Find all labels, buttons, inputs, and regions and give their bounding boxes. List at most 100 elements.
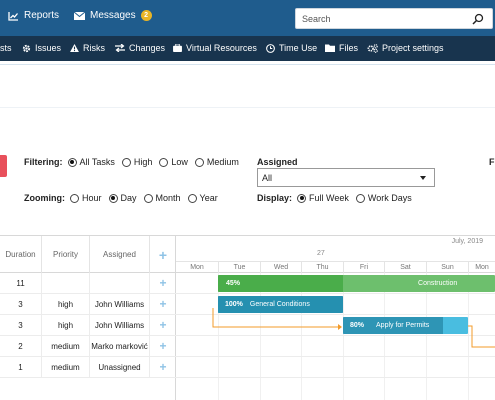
search-input[interactable] xyxy=(302,12,462,26)
filtering-label: Filtering: xyxy=(24,157,63,167)
chevron-down-icon xyxy=(420,176,426,180)
envelope-icon xyxy=(74,12,85,20)
radio-label: High xyxy=(134,157,153,167)
zoom-month-radio[interactable] xyxy=(144,194,153,203)
nav-item-label: Time Use xyxy=(279,43,317,53)
divider xyxy=(0,107,495,108)
gantt-chart: July, 2019 27 Mon Tue Wed Thu Fri Sat Su… xyxy=(176,235,495,400)
briefcase-icon xyxy=(173,44,182,52)
top-bar: Reports Messages 2 xyxy=(0,0,495,36)
duration-cell: 1 xyxy=(0,357,42,377)
filter-all-tasks-radio[interactable] xyxy=(68,158,77,167)
search-icon[interactable] xyxy=(472,13,484,25)
nav-item-files[interactable]: Files xyxy=(325,43,358,53)
add-subtask-button[interactable]: + xyxy=(150,357,176,377)
assigned-cell: John Williams xyxy=(90,315,150,335)
cogs-icon xyxy=(367,44,378,53)
add-subtask-button[interactable]: + xyxy=(150,336,176,356)
zoom-day-radio[interactable] xyxy=(109,194,118,203)
assigned-select-value: All xyxy=(262,173,272,183)
priority-cell: medium xyxy=(42,336,90,356)
duration-cell: 2 xyxy=(0,336,42,356)
radio-label: Medium xyxy=(207,157,239,167)
display-label: Display: xyxy=(257,193,292,203)
display-full-week-radio[interactable] xyxy=(297,194,306,203)
radio-label: Work Days xyxy=(368,193,412,203)
priority-cell: high xyxy=(42,294,90,314)
search-box xyxy=(295,8,493,29)
radio-label: All Tasks xyxy=(80,157,115,167)
radio-label: Day xyxy=(121,193,137,203)
assigned-label: Assigned xyxy=(257,157,298,167)
link-permits-to-next xyxy=(468,326,495,347)
priority-cell: medium xyxy=(42,357,90,377)
messages-link[interactable]: Messages 2 xyxy=(74,10,152,21)
zoom-year-radio[interactable] xyxy=(188,194,197,203)
nav-item-label: Risks xyxy=(83,43,105,53)
grid-header: Duration Priority Assigned + xyxy=(0,235,176,273)
task-bar-apply-for-permits[interactable]: 80% Apply for Permits xyxy=(343,317,468,334)
table-row[interactable]: 3 high John Williams + xyxy=(0,294,176,315)
assigned-cell xyxy=(90,273,150,293)
folder-icon xyxy=(325,44,335,52)
zooming-label: Zooming: xyxy=(24,193,65,203)
link-arrow-head xyxy=(338,324,342,330)
add-subtask-button[interactable]: + xyxy=(150,294,176,314)
column-header-priority[interactable]: Priority xyxy=(42,236,90,273)
filter-high-radio[interactable] xyxy=(122,158,131,167)
task-bar-construction[interactable]: 45% Construction xyxy=(218,275,495,292)
duration-cell: 3 xyxy=(0,294,42,314)
nav-item-changes[interactable]: Changes xyxy=(115,43,165,53)
nav-item-project-settings[interactable]: Project settings xyxy=(367,43,444,53)
zoom-hour-radio[interactable] xyxy=(70,194,79,203)
nav-item-label: Files xyxy=(339,43,358,53)
task-bar-general-conditions[interactable]: 100% General Conditions xyxy=(218,296,343,313)
nav-item-issues[interactable]: Issues xyxy=(22,43,61,53)
task-name: Apply for Permits xyxy=(376,322,429,329)
zooming-group: Zooming: Hour Day Month Year xyxy=(24,193,222,203)
nav-item-label: Changes xyxy=(129,43,165,53)
nav-item-risks[interactable]: Risks xyxy=(70,43,105,53)
add-subtask-button[interactable]: + xyxy=(150,273,176,293)
divider xyxy=(0,64,495,65)
table-row[interactable]: 11 + xyxy=(0,273,176,294)
project-nav-bar: sts Issues Risks Changes Virtual Resourc… xyxy=(0,36,495,61)
radio-label: Low xyxy=(171,157,188,167)
column-header-duration[interactable]: Duration xyxy=(0,236,42,273)
add-task-button[interactable]: + xyxy=(150,236,176,273)
warning-icon xyxy=(70,44,79,52)
exchange-icon xyxy=(115,44,125,52)
assigned-cell: John Williams xyxy=(90,294,150,314)
column-header-assigned[interactable]: Assigned xyxy=(90,236,150,273)
add-subtask-button[interactable]: + xyxy=(150,315,176,335)
task-progress-label: 80% xyxy=(350,322,364,329)
filtering-group: Filtering: All Tasks High Low Medium xyxy=(24,157,243,167)
clock-icon xyxy=(266,44,275,53)
radio-label: Month xyxy=(156,193,181,203)
display-group: Display: Full Week Work Days xyxy=(257,193,416,203)
duration-cell: 11 xyxy=(0,273,42,293)
nav-item-label: Virtual Resources xyxy=(186,43,257,53)
radio-label: Full Week xyxy=(309,193,349,203)
table-row[interactable]: 3 high John Williams + xyxy=(0,315,176,336)
side-tab[interactable] xyxy=(0,155,7,177)
nav-item-tasks[interactable]: sts xyxy=(0,43,12,53)
nav-item-time-use[interactable]: Time Use xyxy=(266,43,317,53)
filter-medium-radio[interactable] xyxy=(195,158,204,167)
task-progress-label: 100% xyxy=(225,301,243,308)
nav-item-virtual-resources[interactable]: Virtual Resources xyxy=(173,43,257,53)
assigned-cell: Marko marković xyxy=(90,336,150,356)
task-name: Construction xyxy=(418,280,457,287)
filter-low-radio[interactable] xyxy=(159,158,168,167)
task-grid: Duration Priority Assigned + 11 + 3 high… xyxy=(0,235,176,400)
task-name: General Conditions xyxy=(250,301,310,308)
table-row[interactable]: 2 medium Marko marković + xyxy=(0,336,176,357)
display-work-days-radio[interactable] xyxy=(356,194,365,203)
reports-link[interactable]: Reports xyxy=(8,10,59,21)
table-row[interactable]: 1 medium Unassigned + xyxy=(0,357,176,378)
assigned-cell: Unassigned xyxy=(90,357,150,377)
messages-label: Messages xyxy=(90,10,136,21)
nav-item-label: Issues xyxy=(35,43,61,53)
messages-count-badge: 2 xyxy=(141,10,152,21)
assigned-select[interactable]: All xyxy=(257,168,435,187)
